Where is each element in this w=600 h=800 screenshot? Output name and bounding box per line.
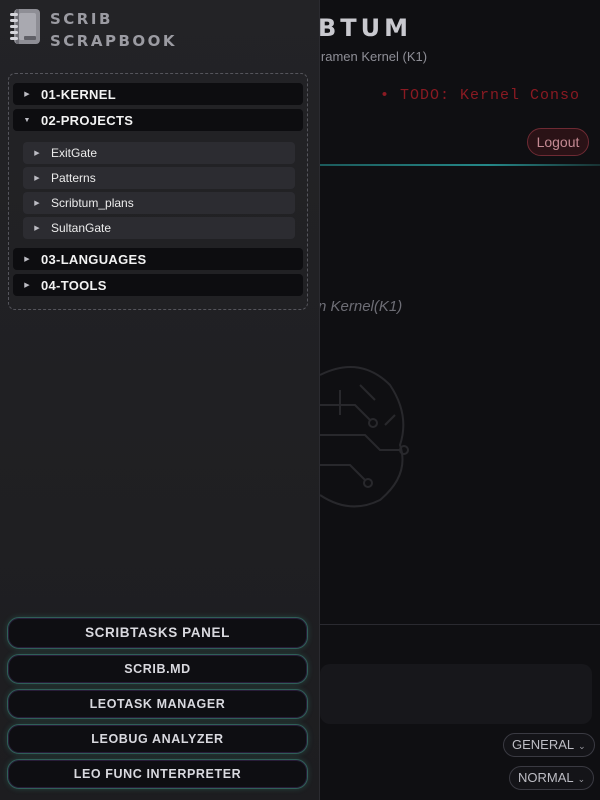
- brand: SCRIB SCRAPBOOK: [10, 8, 177, 52]
- file-tree: ▶ 01-KERNEL ▼ 02-PROJECTS ▶ ExitGate ▶ P…: [8, 73, 308, 310]
- folder-kernel[interactable]: ▶ 01-KERNEL: [13, 83, 303, 105]
- folder-label: 03-LANGUAGES: [41, 251, 147, 267]
- scrapbook-drawer: SCRIB SCRAPBOOK ▶ 01-KERNEL ▼ 02-PROJECT…: [0, 0, 320, 800]
- projects-children: ▶ ExitGate ▶ Patterns ▶ Scribtum_plans ▶…: [13, 135, 303, 248]
- caret-right-icon: ▶: [24, 282, 30, 289]
- caret-right-icon: ▶: [34, 200, 40, 207]
- notebook-icon: [10, 8, 42, 46]
- chevron-down-icon: ⌄: [578, 741, 586, 751]
- header-divider: [320, 164, 600, 166]
- project-label: Scribtum_plans: [51, 196, 134, 210]
- project-item-scribtum-plans[interactable]: ▶ Scribtum_plans: [23, 192, 295, 214]
- project-label: SultanGate: [51, 221, 112, 235]
- app-subtitle: lramen Kernel (K1): [318, 49, 428, 64]
- folder-label: 02-PROJECTS: [41, 112, 134, 128]
- chevron-down-icon: ⌄: [577, 774, 586, 784]
- folder-languages[interactable]: ▶ 03-LANGUAGES: [13, 248, 303, 270]
- caret-right-icon: ▶: [34, 175, 40, 182]
- kernel-caption: n Kernel(K1): [318, 298, 403, 315]
- caret-right-icon: ▶: [34, 150, 40, 157]
- folder-label: 04-TOOLS: [41, 277, 107, 293]
- project-item-exitgate[interactable]: ▶ ExitGate: [23, 142, 295, 164]
- caret-right-icon: ▶: [24, 256, 30, 263]
- leotask-manager-button[interactable]: LEOTASK MANAGER: [7, 689, 308, 719]
- caret-down-icon: ▼: [23, 116, 31, 124]
- app-title: BTUM: [318, 14, 413, 42]
- scribtasks-panel-button[interactable]: SCRIBTASKS PANEL: [7, 617, 308, 649]
- caret-right-icon: ▶: [24, 91, 30, 98]
- brand-title-line1: SCRIB: [50, 10, 113, 28]
- logout-button[interactable]: Logout: [527, 128, 589, 156]
- message-input[interactable]: [320, 664, 592, 724]
- folder-tools[interactable]: ▶ 04-TOOLS: [13, 274, 303, 296]
- todo-ticker: • TODO: Kernel Conso: [380, 87, 581, 104]
- mode-select-value: GENERAL: [512, 737, 575, 752]
- brand-title-line2: SCRAPBOOK: [50, 32, 178, 50]
- action-buttons: SCRIBTASKS PANEL SCRIB.MD LEOTASK MANAGE…: [7, 617, 308, 794]
- project-item-sultangate[interactable]: ▶ SultanGate: [23, 217, 295, 239]
- speed-select-value: NORMAL: [518, 770, 574, 785]
- folder-label: 01-KERNEL: [41, 86, 116, 102]
- speed-select[interactable]: NORMAL ⌄: [509, 766, 595, 790]
- leo-func-interpreter-button[interactable]: LEO FUNC INTERPRETER: [7, 759, 308, 789]
- caret-right-icon: ▶: [34, 225, 40, 232]
- project-label: ExitGate: [51, 146, 98, 160]
- project-item-patterns[interactable]: ▶ Patterns: [23, 167, 295, 189]
- folder-projects[interactable]: ▼ 02-PROJECTS: [13, 109, 303, 131]
- mode-select[interactable]: GENERAL ⌄: [503, 733, 595, 757]
- scrib-md-button[interactable]: SCRIB.MD: [7, 654, 308, 684]
- content-divider: [320, 624, 600, 625]
- leobug-analyzer-button[interactable]: LEOBUG ANALYZER: [7, 724, 308, 754]
- project-label: Patterns: [51, 171, 96, 185]
